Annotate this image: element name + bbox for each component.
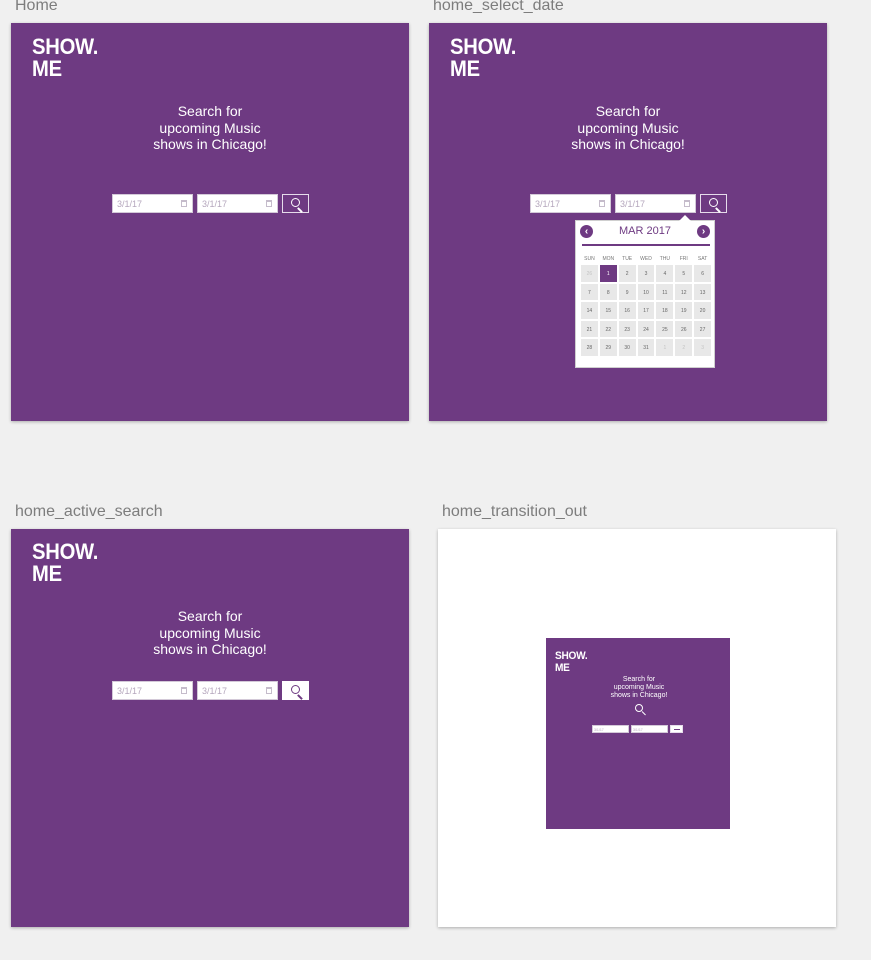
calendar-day[interactable]: 14: [580, 301, 599, 320]
calendar-day[interactable]: 13: [693, 282, 713, 301]
calendar-day[interactable]: 7: [580, 282, 599, 301]
date-picker-header: ‹ MAR 2017 ›: [576, 221, 714, 243]
logo: SHOW. ME: [32, 539, 99, 586]
calendar-icon: [181, 687, 187, 694]
date-picker: ‹ MAR 2017 › SUN MON TUE WED THU FRI SAT 26 1 2 3 4…: [575, 215, 715, 368]
date-picker-divider: [582, 244, 710, 246]
weekday-label: MON: [602, 256, 615, 262]
calendar-day[interactable]: 6: [693, 264, 713, 283]
start-date-input[interactable]: 3/1/17: [530, 194, 611, 213]
search-icon: [709, 198, 718, 207]
calendar-day[interactable]: 18: [655, 301, 675, 320]
calendar-day[interactable]: 26: [674, 319, 694, 338]
calendar-day[interactable]: 24: [636, 319, 656, 338]
artboard-label-active-search[interactable]: home_active_search: [15, 503, 163, 521]
calendar-day[interactable]: 22: [598, 319, 618, 338]
artboard-active-search: SHOW. ME Search for upcoming Music shows in…: [11, 529, 409, 927]
calendar-day[interactable]: 12: [674, 282, 694, 301]
search-button: [670, 725, 683, 733]
tagline: Search for upcoming Music shows in Chicago…: [571, 103, 685, 152]
end-date-input[interactable]: 3/1/17: [197, 681, 278, 700]
tagline: Search for upcoming Music shows in Chicago…: [153, 103, 267, 152]
search-icon: [291, 685, 300, 694]
calendar-day[interactable]: 9: [617, 282, 637, 301]
calendar-day[interactable]: 2: [674, 338, 694, 357]
weekday-label: TUE: [622, 256, 633, 262]
calendar-day[interactable]: 19: [674, 301, 694, 320]
search-icon: [291, 198, 300, 207]
calendar-day[interactable]: 11: [655, 282, 675, 301]
calendar-day[interactable]: 15: [598, 301, 618, 320]
calendar-day[interactable]: 26: [580, 264, 599, 283]
artboard-select-date: SHOW. ME Search for upcoming Music shows in…: [429, 23, 827, 421]
calendar-day[interactable]: 4: [655, 264, 675, 283]
calendar-day[interactable]: 8: [598, 282, 618, 301]
artboard-label-select-date[interactable]: home_select_date: [433, 0, 564, 15]
weekday-label: SUN: [584, 256, 595, 262]
search-icon: [635, 704, 643, 712]
artboard-label-transition-out[interactable]: home_transition_out: [442, 503, 587, 521]
weekday-label: SAT: [697, 256, 708, 262]
calendar-day[interactable]: 3: [693, 338, 713, 357]
calendar-icon: [599, 200, 605, 207]
calendar-icon: [266, 200, 272, 207]
logo: SHOW. ME: [450, 34, 517, 81]
calendar-day[interactable]: 27: [693, 319, 713, 338]
calendar-day[interactable]: 23: [617, 319, 637, 338]
date-picker-month: MAR 2017: [619, 225, 671, 237]
end-date-input: 3/1/17: [631, 725, 668, 733]
logo: SHOW. ME: [32, 34, 99, 81]
calendar-day[interactable]: 2: [617, 264, 637, 283]
calendar-day[interactable]: 21: [580, 319, 599, 338]
calendar-icon: [684, 200, 690, 207]
tagline: Search for upcoming Music shows in Chicago…: [610, 676, 668, 700]
calendar-day[interactable]: 30: [617, 338, 637, 357]
weekday-label: WED: [640, 256, 652, 262]
calendar-day[interactable]: 5: [674, 264, 694, 283]
calendar-day[interactable]: 1: [655, 338, 675, 357]
start-date-input[interactable]: 3/1/17: [112, 681, 193, 700]
artboard-home: SHOW. ME Search for upcoming Music shows in…: [11, 23, 409, 421]
calendar-day[interactable]: 17: [636, 301, 656, 320]
logo: SHOW. ME: [555, 650, 588, 674]
calendar-day[interactable]: 29: [598, 338, 618, 357]
chevron-right-icon[interactable]: ›: [697, 225, 710, 238]
search-button[interactable]: [700, 194, 727, 213]
start-date-input: 3/1/17: [592, 725, 629, 733]
calendar-day[interactable]: 28: [580, 338, 599, 357]
end-date-input[interactable]: 3/1/17: [197, 194, 278, 213]
search-button[interactable]: [282, 194, 309, 213]
end-date-input[interactable]: 3/1/17: [615, 194, 696, 213]
calendar-day[interactable]: 20: [693, 301, 713, 320]
tagline: Search for upcoming Music shows in Chicago…: [153, 608, 267, 657]
weekday-label: FRI: [679, 256, 688, 262]
calendar-icon: [181, 200, 187, 207]
artboard-transition-out: SHOW. ME Search for upcoming Music shows in…: [438, 529, 836, 927]
calendar-day-selected[interactable]: 1: [598, 264, 618, 283]
calendar-day[interactable]: 16: [617, 301, 637, 320]
calendar-day[interactable]: 25: [655, 319, 675, 338]
date-picker-grid: SUN MON TUE WED THU FRI SAT 26 1 2 3 4 5 6 7 8 9 10 11 12 13…: [580, 255, 713, 357]
search-button[interactable]: [282, 681, 309, 700]
calendar-day[interactable]: 10: [636, 282, 656, 301]
calendar-icon: [266, 687, 272, 694]
calendar-day[interactable]: 31: [636, 338, 656, 357]
start-date-input[interactable]: 3/1/17: [112, 194, 193, 213]
search-icon: [674, 729, 680, 730]
weekday-label: THU: [659, 256, 670, 262]
calendar-day[interactable]: 3: [636, 264, 656, 283]
scaled-home-preview: SHOW. ME Search for upcoming Music shows in…: [546, 638, 730, 829]
artboard-label-home[interactable]: Home: [15, 0, 58, 15]
